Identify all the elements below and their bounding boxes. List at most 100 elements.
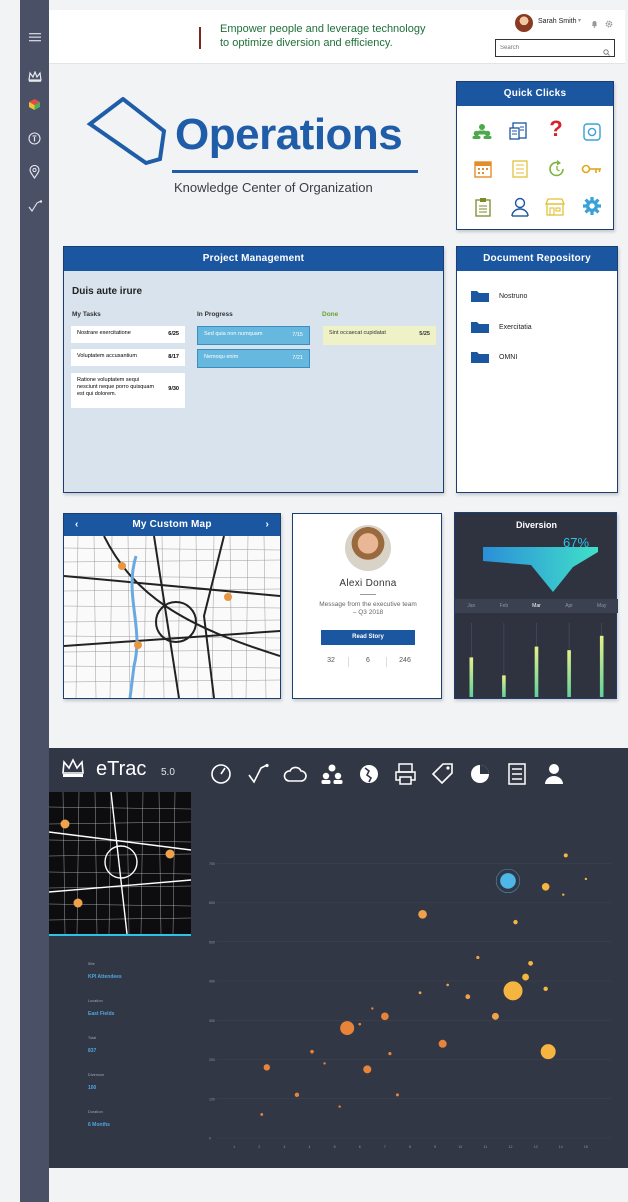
x-tick-label: 4 [309,1145,311,1149]
custom-map-card: ‹ My Custom Map › [63,513,281,699]
store-icon[interactable] [544,196,566,218]
night-map[interactable] [49,792,191,934]
month-tab-mar[interactable]: Mar [520,599,553,613]
stat-value: 246 [399,657,411,664]
y-tick-label: 300 [209,1019,215,1023]
chevron-left-icon[interactable]: ‹ [75,514,79,536]
crown-icon[interactable] [24,66,45,87]
kpi-label: Total [88,1036,97,1040]
etrac-dashboard: eTrac 5.0 Site KPI Attendees Location East … [49,748,628,1168]
scatter-point [503,981,523,1001]
task-card[interactable]: Voluptatem accusantium 8/17 [71,349,185,366]
calendar-icon[interactable] [472,158,494,180]
chevron-down-icon[interactable]: ▾ [578,17,581,24]
info-icon[interactable] [24,128,45,149]
scatter-point [543,986,548,992]
scatter-point [381,1012,389,1021]
scatter-point [528,960,533,966]
task-card[interactable]: Nemoqu enim 7/21 [197,349,310,368]
kpi-value: 100 [88,1085,97,1091]
etrac-version: 5.0 [161,767,175,778]
folder-item[interactable]: Exercitatia [471,320,532,334]
month-tab-apr[interactable]: Apr [553,599,586,613]
people-icon[interactable] [320,762,344,786]
document-repository-card: Document Repository Nostruno Exercitatia… [456,246,618,493]
month-tab-jan[interactable]: Jan [455,599,488,613]
user-icon[interactable] [542,762,566,786]
cube-icon[interactable] [24,94,45,115]
menu-icon[interactable] [24,26,45,47]
executive-message-card: Alexi Donna Message from the executive t… [292,513,442,699]
folder-item[interactable]: Nostruno [471,289,527,303]
search-box[interactable] [495,39,615,57]
search-icon[interactable] [603,43,610,61]
month-tab-feb[interactable]: Feb [488,599,521,613]
task-card[interactable]: Nostrare exercitatione 6/25 [71,326,185,343]
chevron-right-icon[interactable]: › [265,514,269,536]
checklist-icon[interactable] [509,158,531,180]
scatter-point [371,1007,374,1010]
x-tick-label: 1 [233,1145,235,1149]
y-tick-label: 100 [209,1097,215,1101]
scatter-point [541,883,550,891]
month-tabs: Jan Feb Mar Apr May [455,599,618,613]
y-tick-label: 0 [209,1137,211,1141]
gauge-icon[interactable] [209,762,233,786]
people-icon[interactable] [471,120,493,142]
user-icon[interactable] [509,196,531,218]
stat-divider [348,657,349,667]
folder-label: OMNI [499,353,518,361]
cloud-icon[interactable] [283,762,307,786]
scatter-point [513,919,518,925]
diversion-bar-chart [469,623,604,697]
location-pin-icon[interactable] [24,161,45,182]
task-card[interactable]: Sint occaecat cupidatat 5/25 [323,326,436,345]
diversion-bar [567,650,571,697]
route-icon[interactable] [246,762,270,786]
bell-icon[interactable] [591,15,598,33]
month-tab-may[interactable]: May [585,599,618,613]
city-map[interactable] [64,536,280,698]
globe-icon[interactable] [357,762,381,786]
task-card[interactable]: Ratione voluptatem sequi nesciunt neque … [71,373,185,408]
route-icon[interactable] [24,195,45,216]
diversion-bar [502,675,506,697]
search-input[interactable] [500,42,596,54]
key-icon[interactable] [581,158,603,180]
help-icon[interactable]: ? [545,118,567,140]
document-list-icon[interactable] [507,120,529,142]
map-underline [49,934,191,936]
pie-chart-icon[interactable] [468,762,492,786]
x-tick-label: 8 [409,1145,411,1149]
clipboard-icon[interactable] [472,196,494,218]
avatar[interactable] [515,14,533,32]
task-label: Sed quia non numquam [204,331,263,337]
project-title: Duis aute irure [72,286,143,297]
scatter-point [310,1049,314,1054]
task-progress: 7/15 [292,332,303,338]
list-icon[interactable] [505,762,529,786]
task-card[interactable]: Sed quia non numquam 7/15 [197,326,310,345]
folder-item[interactable]: OMNI [471,350,517,364]
read-story-button[interactable]: Read Story [321,630,415,645]
settings-icon[interactable] [581,195,603,217]
divider [360,594,376,595]
stat-value: 32 [327,657,335,664]
project-management-header: Project Management [64,247,443,271]
gear-icon[interactable] [605,15,613,33]
user-name[interactable]: Sarah Smith [538,18,577,25]
camera-icon[interactable] [581,121,603,143]
printer-icon[interactable] [394,762,418,786]
task-label: Voluptatem accusantium [77,353,137,359]
x-tick-label: 5 [334,1145,336,1149]
column-header-done: Done [322,311,339,318]
tag-icon[interactable] [431,762,455,786]
page-subtitle: Knowledge Center of Organization [174,180,373,195]
task-progress: 7/21 [292,355,303,361]
y-tick-label: 200 [209,1058,215,1062]
map-title: My Custom Map [132,519,212,530]
refresh-icon[interactable] [546,158,568,180]
app-root: { "header": { "tagline_line1": "Empower … [0,0,628,1202]
scatter-point [465,994,471,1000]
y-tick-label: 700 [209,862,215,866]
